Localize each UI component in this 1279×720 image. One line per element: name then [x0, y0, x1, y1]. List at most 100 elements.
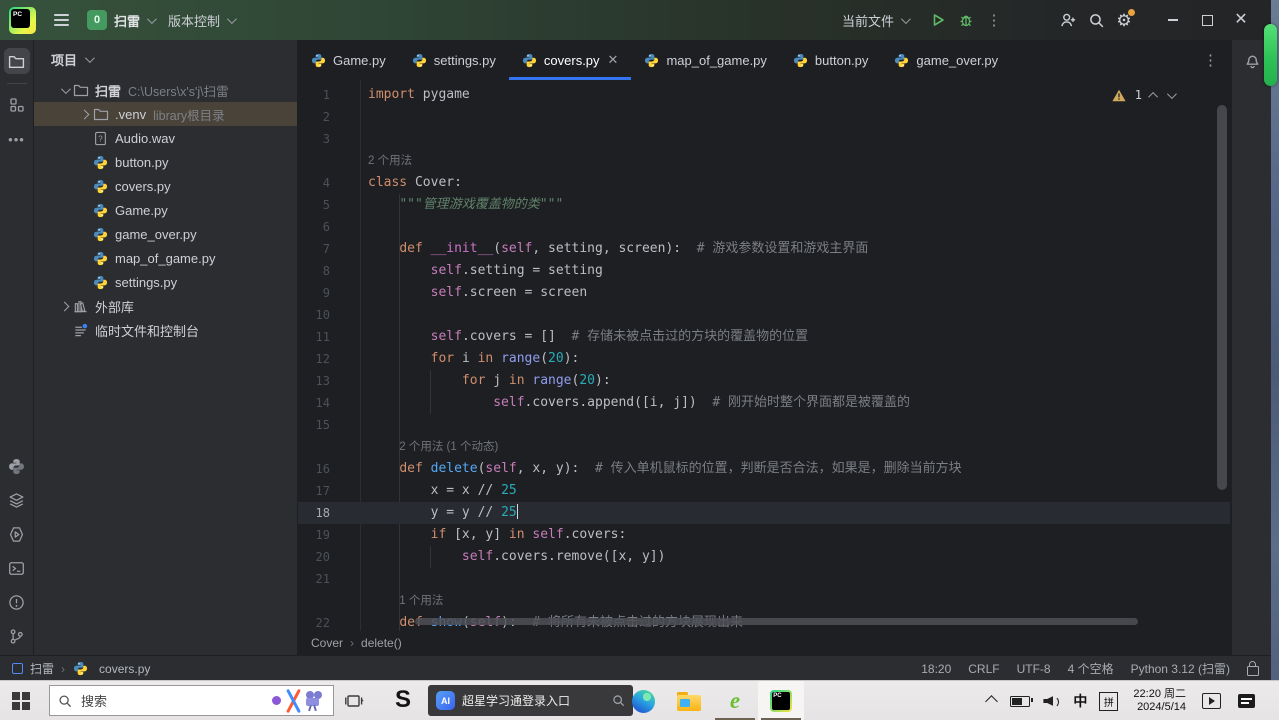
code-hint-row[interactable]: 2 个用法	[298, 150, 1230, 172]
code-line[interactable]: 7 def __init__(self, setting, screen): #…	[298, 238, 1230, 260]
edge-widget-handle[interactable]	[1264, 24, 1277, 86]
tree-item-2[interactable]: ? Audio.wav	[34, 126, 297, 150]
code-line[interactable]: 9 self.screen = screen	[298, 282, 1230, 304]
prev-warning-icon[interactable]	[1148, 91, 1159, 102]
unlock-icon[interactable]	[1247, 660, 1259, 676]
code-line[interactable]: 17 x = x // 25	[298, 480, 1230, 502]
search-highlight-icons[interactable]	[272, 688, 325, 713]
tree-item-1[interactable]: .venv library根目录	[34, 102, 297, 126]
tree-item-9[interactable]: 外部库	[34, 294, 297, 318]
tree-item-6[interactable]: game_over.py	[34, 222, 297, 246]
inspection-widget[interactable]: 1	[1112, 88, 1177, 102]
horizontal-scrollbar[interactable]	[415, 618, 1138, 625]
run-toolwindow-icon[interactable]	[4, 521, 30, 547]
services-toolwindow-icon[interactable]	[4, 487, 30, 513]
more-toolwindows-icon[interactable]: •••	[4, 126, 30, 152]
ime-mode-indicator[interactable]: 拼	[1099, 691, 1119, 711]
code-hint-row[interactable]: 2 个用法 (1 个动态)	[298, 436, 1230, 458]
status-item-4[interactable]: Python 3.12 (扫雷)	[1131, 660, 1230, 677]
tree-chevron-icon[interactable]	[56, 301, 72, 311]
code-line[interactable]: 12 for i in range(20):	[298, 348, 1230, 370]
run-button[interactable]	[924, 6, 952, 34]
navbar-project[interactable]: 扫雷	[30, 660, 54, 677]
tree-chevron-icon[interactable]	[56, 83, 72, 94]
status-item-3[interactable]: 4 个空格	[1068, 660, 1114, 677]
tab-button-py[interactable]: button.py	[780, 40, 882, 80]
code-hint-row[interactable]: 1 个用法	[298, 590, 1230, 612]
start-button[interactable]	[12, 692, 30, 710]
search-everywhere-icon[interactable]	[1082, 6, 1110, 34]
problems-toolwindow-icon[interactable]	[4, 589, 30, 615]
status-item-2[interactable]: UTF-8	[1017, 662, 1051, 676]
tab-covers-py[interactable]: covers.py ✕	[508, 40, 632, 80]
taskbar-edge-icon[interactable]	[620, 681, 666, 720]
code-editor[interactable]: 1 import pygame 2 3 2 个用法 4 class Cover: 5 """管…	[298, 80, 1230, 631]
navbar-file[interactable]: covers.py	[99, 662, 150, 676]
battery-icon[interactable]	[1010, 695, 1034, 707]
maximize-button[interactable]	[1190, 5, 1224, 35]
taskbar-360browser-icon[interactable]: e	[712, 681, 758, 720]
close-button[interactable]: ✕	[1224, 5, 1258, 35]
tree-item-0[interactable]: 扫雷 C:\Users\x's'j\扫雷	[34, 78, 297, 102]
code-line[interactable]: 3	[298, 128, 1230, 150]
code-line[interactable]: 16 def delete(self, x, y): # 传入单机鼠标的位置，判…	[298, 458, 1230, 480]
project-toolwindow-icon[interactable]	[3, 48, 30, 74]
run-config-selector[interactable]: 当前文件	[842, 11, 911, 30]
debug-button[interactable]	[952, 6, 980, 34]
code-line[interactable]: 14 self.covers.append([i, j]) # 刚开始时整个界面…	[298, 392, 1230, 414]
code-line[interactable]: 8 self.setting = setting	[298, 260, 1230, 282]
vcs-widget[interactable]: 版本控制	[168, 11, 237, 30]
taskbar-pycharm-icon[interactable]: PC	[758, 681, 804, 720]
breadcrumb-item[interactable]: delete()	[361, 636, 402, 650]
tray-expand-icon[interactable]	[985, 694, 999, 708]
volume-icon[interactable]	[1043, 694, 1060, 708]
media-widget-icon[interactable]	[1202, 693, 1221, 709]
search-widget[interactable]: AI 超星学习通登录入口	[428, 685, 633, 716]
taskbar-search-input[interactable]: 搜索	[49, 685, 334, 716]
task-view-button[interactable]	[344, 691, 364, 711]
terminal-toolwindow-icon[interactable]	[4, 555, 30, 581]
tab-settings-py[interactable]: settings.py	[399, 40, 509, 80]
more-actions-icon[interactable]: ⋮	[980, 6, 1008, 34]
status-item-0[interactable]: 18:20	[921, 662, 951, 676]
tree-chevron-icon[interactable]	[76, 109, 92, 119]
tab-more-icon[interactable]: ⋮	[1203, 51, 1218, 69]
code-line[interactable]: 11 self.covers = [] # 存储未被点击过的方块的覆盖物的位置	[298, 326, 1230, 348]
python-packages-icon[interactable]	[4, 453, 30, 479]
structure-toolwindow-icon[interactable]	[4, 92, 30, 118]
notifications-bell-icon[interactable]	[1244, 52, 1261, 655]
code-line[interactable]: 18 y = y // 25	[298, 502, 1230, 524]
tree-item-10[interactable]: 临时文件和控制台	[34, 318, 297, 342]
tab-Game-py[interactable]: Game.py	[298, 40, 399, 80]
tab-game_over-py[interactable]: game_over.py	[881, 40, 1011, 80]
code-line[interactable]: 20 self.covers.remove([x, y])	[298, 546, 1230, 568]
tree-item-4[interactable]: covers.py	[34, 174, 297, 198]
vertical-scrollbar[interactable]	[1217, 105, 1227, 490]
tree-item-5[interactable]: Game.py	[34, 198, 297, 222]
code-line[interactable]: 5 """管理游戏覆盖物的类"""	[298, 194, 1230, 216]
tree-item-8[interactable]: settings.py	[34, 270, 297, 294]
tab-map_of_game-py[interactable]: map_of_game.py	[631, 40, 779, 80]
git-toolwindow-icon[interactable]	[4, 623, 30, 649]
settings-gear-icon[interactable]: ⚙	[1110, 6, 1138, 34]
main-menu-icon[interactable]	[50, 8, 73, 32]
status-item-1[interactable]: CRLF	[968, 662, 999, 676]
minimize-button[interactable]	[1156, 5, 1190, 35]
code-line[interactable]: 1 import pygame	[298, 84, 1230, 106]
code-line[interactable]: 19 if [x, y] in self.covers:	[298, 524, 1230, 546]
tree-item-7[interactable]: map_of_game.py	[34, 246, 297, 270]
code-line[interactable]: 2	[298, 106, 1230, 128]
ime-language-indicator[interactable]: 中	[1073, 691, 1087, 711]
code-line[interactable]: 4 class Cover:	[298, 172, 1230, 194]
code-with-me-icon[interactable]	[1054, 6, 1082, 34]
project-widget[interactable]: 0 扫雷	[87, 10, 157, 30]
code-line[interactable]: 21	[298, 568, 1230, 590]
code-line[interactable]: 13 for j in range(20):	[298, 370, 1230, 392]
action-center-icon[interactable]	[1238, 694, 1255, 708]
code-line[interactable]: 6	[298, 216, 1230, 238]
s-app-icon[interactable]: S	[395, 686, 411, 714]
breadcrumb-item[interactable]: Cover	[311, 636, 343, 650]
tab-close-icon[interactable]: ✕	[608, 52, 619, 68]
clock[interactable]: 22:20 周二 2024/5/14	[1133, 688, 1186, 714]
tree-item-3[interactable]: button.py	[34, 150, 297, 174]
